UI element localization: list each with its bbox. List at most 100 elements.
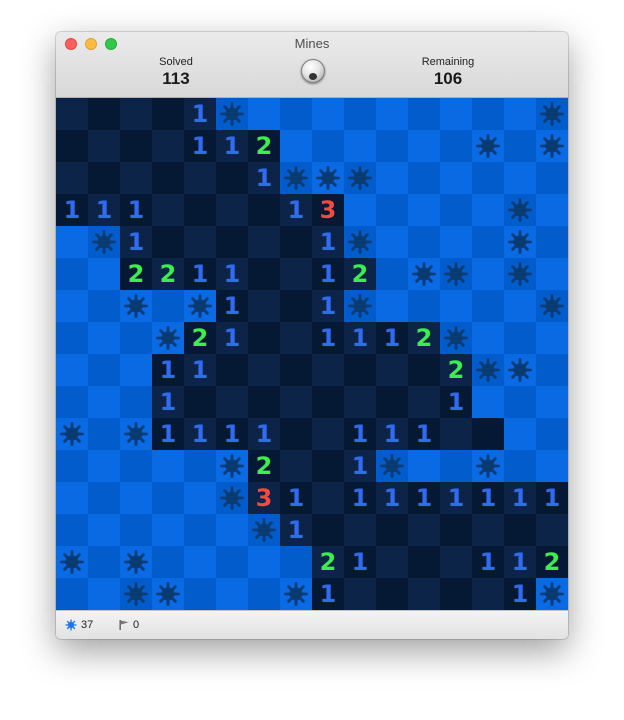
cell-r0-c11[interactable]: [408, 98, 440, 130]
cell-r1-c11[interactable]: [408, 130, 440, 162]
cell-r8-c2[interactable]: [120, 354, 152, 386]
cell-r15-c6[interactable]: [248, 578, 280, 610]
cell-r1-c10[interactable]: [376, 130, 408, 162]
cell-r14-c6[interactable]: [248, 546, 280, 578]
cell-r6-c3[interactable]: [152, 290, 184, 322]
cell-r4-c9[interactable]: [344, 226, 376, 258]
cell-r14-c2[interactable]: [120, 546, 152, 578]
cell-r5-c0[interactable]: [56, 258, 88, 290]
cell-r4-c11[interactable]: [408, 226, 440, 258]
cell-r11-c14[interactable]: [504, 450, 536, 482]
cell-r15-c3[interactable]: [152, 578, 184, 610]
cell-r2-c9[interactable]: [344, 162, 376, 194]
cell-r13-c2[interactable]: [120, 514, 152, 546]
cell-r11-c2[interactable]: [120, 450, 152, 482]
cell-r2-c12[interactable]: [440, 162, 472, 194]
cell-r0-c5[interactable]: [216, 98, 248, 130]
cell-r0-c15[interactable]: [536, 98, 568, 130]
cell-r7-c0[interactable]: [56, 322, 88, 354]
cell-r5-c11[interactable]: [408, 258, 440, 290]
cell-r6-c15[interactable]: [536, 290, 568, 322]
cell-r6-c9[interactable]: [344, 290, 376, 322]
cell-r1-c13[interactable]: [472, 130, 504, 162]
cell-r9-c14[interactable]: [504, 386, 536, 418]
cell-r3-c14[interactable]: [504, 194, 536, 226]
cell-r1-c12[interactable]: [440, 130, 472, 162]
cell-r3-c9[interactable]: [344, 194, 376, 226]
cell-r6-c12[interactable]: [440, 290, 472, 322]
cell-r3-c10[interactable]: [376, 194, 408, 226]
cell-r7-c14[interactable]: [504, 322, 536, 354]
cell-r3-c12[interactable]: [440, 194, 472, 226]
cell-r15-c4[interactable]: [184, 578, 216, 610]
cell-r6-c11[interactable]: [408, 290, 440, 322]
cell-r0-c8[interactable]: [312, 98, 344, 130]
cell-r2-c15[interactable]: [536, 162, 568, 194]
cell-r4-c10[interactable]: [376, 226, 408, 258]
cell-r5-c1[interactable]: [88, 258, 120, 290]
cell-r14-c1[interactable]: [88, 546, 120, 578]
cell-r6-c14[interactable]: [504, 290, 536, 322]
cell-r5-c12[interactable]: [440, 258, 472, 290]
cell-r4-c14[interactable]: [504, 226, 536, 258]
cell-r14-c4[interactable]: [184, 546, 216, 578]
cell-r1-c7[interactable]: [280, 130, 312, 162]
cell-r1-c15[interactable]: [536, 130, 568, 162]
cell-r11-c3[interactable]: [152, 450, 184, 482]
cell-r14-c3[interactable]: [152, 546, 184, 578]
cell-r11-c1[interactable]: [88, 450, 120, 482]
cell-r7-c13[interactable]: [472, 322, 504, 354]
new-game-button[interactable]: [301, 59, 325, 83]
cell-r4-c13[interactable]: [472, 226, 504, 258]
cell-r11-c13[interactable]: [472, 450, 504, 482]
cell-r0-c9[interactable]: [344, 98, 376, 130]
cell-r7-c2[interactable]: [120, 322, 152, 354]
cell-r13-c0[interactable]: [56, 514, 88, 546]
cell-r0-c14[interactable]: [504, 98, 536, 130]
cell-r5-c13[interactable]: [472, 258, 504, 290]
cell-r0-c13[interactable]: [472, 98, 504, 130]
cell-r11-c10[interactable]: [376, 450, 408, 482]
cell-r11-c4[interactable]: [184, 450, 216, 482]
cell-r8-c14[interactable]: [504, 354, 536, 386]
cell-r14-c0[interactable]: [56, 546, 88, 578]
cell-r10-c2[interactable]: [120, 418, 152, 450]
cell-r1-c9[interactable]: [344, 130, 376, 162]
cell-r1-c14[interactable]: [504, 130, 536, 162]
cell-r3-c15[interactable]: [536, 194, 568, 226]
cell-r13-c4[interactable]: [184, 514, 216, 546]
cell-r4-c12[interactable]: [440, 226, 472, 258]
cell-r14-c5[interactable]: [216, 546, 248, 578]
cell-r7-c1[interactable]: [88, 322, 120, 354]
cell-r9-c15[interactable]: [536, 386, 568, 418]
cell-r9-c0[interactable]: [56, 386, 88, 418]
cell-r4-c0[interactable]: [56, 226, 88, 258]
cell-r15-c15[interactable]: [536, 578, 568, 610]
cell-r2-c11[interactable]: [408, 162, 440, 194]
cell-r11-c15[interactable]: [536, 450, 568, 482]
cell-r5-c10[interactable]: [376, 258, 408, 290]
cell-r4-c1[interactable]: [88, 226, 120, 258]
cell-r2-c13[interactable]: [472, 162, 504, 194]
cell-r9-c13[interactable]: [472, 386, 504, 418]
cell-r3-c13[interactable]: [472, 194, 504, 226]
cell-r6-c0[interactable]: [56, 290, 88, 322]
cell-r15-c7[interactable]: [280, 578, 312, 610]
cell-r7-c12[interactable]: [440, 322, 472, 354]
cell-r12-c0[interactable]: [56, 482, 88, 514]
cell-r15-c0[interactable]: [56, 578, 88, 610]
cell-r5-c14[interactable]: [504, 258, 536, 290]
cell-r0-c6[interactable]: [248, 98, 280, 130]
cell-r7-c3[interactable]: [152, 322, 184, 354]
cell-r14-c7[interactable]: [280, 546, 312, 578]
cell-r13-c6[interactable]: [248, 514, 280, 546]
cell-r13-c1[interactable]: [88, 514, 120, 546]
cell-r2-c8[interactable]: [312, 162, 344, 194]
cell-r12-c4[interactable]: [184, 482, 216, 514]
cell-r3-c11[interactable]: [408, 194, 440, 226]
cell-r6-c2[interactable]: [120, 290, 152, 322]
cell-r9-c1[interactable]: [88, 386, 120, 418]
cell-r11-c5[interactable]: [216, 450, 248, 482]
cell-r0-c12[interactable]: [440, 98, 472, 130]
cell-r6-c1[interactable]: [88, 290, 120, 322]
